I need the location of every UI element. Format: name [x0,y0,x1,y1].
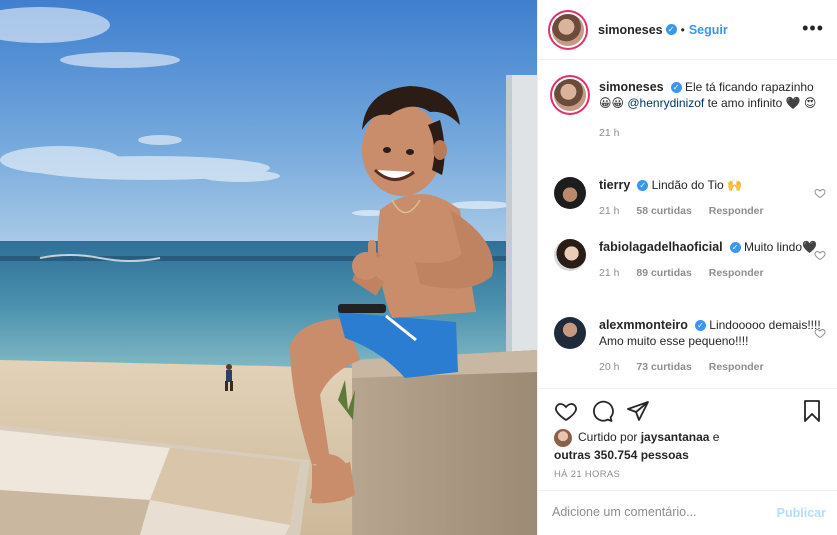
follow-button[interactable]: Seguir [689,23,728,37]
caption-username[interactable]: simoneses [599,80,664,94]
action-icons-row [554,399,824,423]
post-header: simoneses ✓ • Seguir ••• [538,0,837,60]
more-options-icon[interactable]: ••• [802,19,824,37]
liker-avatar[interactable] [554,429,572,447]
like-comment-heart-icon[interactable] [814,187,826,199]
author-username[interactable]: simoneses [598,23,663,37]
comment-username[interactable]: tierry [599,178,630,192]
reply-button[interactable]: Responder [709,361,764,373]
comment-time[interactable]: 21 h [599,205,619,217]
like-heart-icon[interactable] [554,399,578,423]
comment-username[interactable]: fabiolagadelhaoficial [599,240,723,254]
comment-item: fabiolagadelhaoficial ✓ Muito lindo🖤 21 h… [554,239,826,281]
comment-likes[interactable]: 58 curtidas [636,205,691,217]
liked-by-joiner: e [712,430,720,445]
comment-input[interactable] [552,505,762,519]
comment-item: tierry ✓ Lindão do Tio 🙌 21 h 58 curtidas… [554,177,826,219]
post-timestamp[interactable]: HÁ 21 HORAS [554,469,620,480]
like-comment-heart-icon[interactable] [814,249,826,261]
caption-entry: simoneses ✓ Ele tá ficando rapazinho 😀😀 @… [554,79,824,141]
comment-text: Lindão do Tio 🙌 [651,178,742,192]
verified-badge-icon: ✓ [637,180,649,192]
header-separator: • [680,22,685,37]
post-photo[interactable] [0,0,537,535]
caption-time[interactable]: 21 h [599,127,619,139]
caption-avatar[interactable] [554,79,586,111]
verified-badge-icon: ✓ [729,242,741,254]
publish-button[interactable]: Publicar [777,506,826,520]
caption-text-after: te amo infinito 🖤 😍 [707,96,817,110]
comment-likes[interactable]: 89 curtidas [636,267,691,279]
verified-badge-icon: ✓ [694,320,706,332]
liked-by-others[interactable]: outras 350.754 pessoas [554,448,689,462]
beach-photo-illustration [0,0,537,535]
liked-by-prefix: Curtido por [578,430,638,445]
liked-by-summary: Curtido por jaysantanaa e outras 350.754… [554,429,824,463]
comment-bubble-icon[interactable] [590,399,614,423]
comment-avatar[interactable] [554,317,586,349]
comments-list[interactable]: simoneses ✓ Ele tá ficando rapazinho 😀😀 @… [538,61,837,387]
comment-likes[interactable]: 73 curtidas [636,361,691,373]
reply-button[interactable]: Responder [709,267,764,279]
like-comment-heart-icon[interactable] [814,327,826,339]
comment-avatar[interactable] [554,177,586,209]
liked-by-user[interactable]: jaysantanaa [641,430,710,444]
comment-time[interactable]: 20 h [599,361,619,373]
author-avatar[interactable] [552,13,584,46]
save-bookmark-icon[interactable] [800,399,824,423]
post-actions: Curtido por jaysantanaa e outras 350.754… [538,388,837,490]
comment-avatar[interactable] [554,239,586,271]
reply-button[interactable]: Responder [709,205,764,217]
caption-mention[interactable]: @henrydinizof [627,96,704,110]
share-paper-plane-icon[interactable] [626,399,650,423]
comment-time[interactable]: 21 h [599,267,619,279]
verified-badge-icon: ✓ [665,24,677,35]
add-comment-bar: Publicar [538,490,837,535]
comment-item: alexmmonteiro ✓ Lindooooo demais!!!! Amo … [554,317,826,375]
verified-badge-icon: ✓ [670,82,682,94]
comment-text: Muito lindo🖤 [743,240,817,254]
comment-username[interactable]: alexmmonteiro [599,318,688,332]
post-sidebar: simoneses ✓ • Seguir ••• simoneses ✓ Ele … [537,0,837,535]
